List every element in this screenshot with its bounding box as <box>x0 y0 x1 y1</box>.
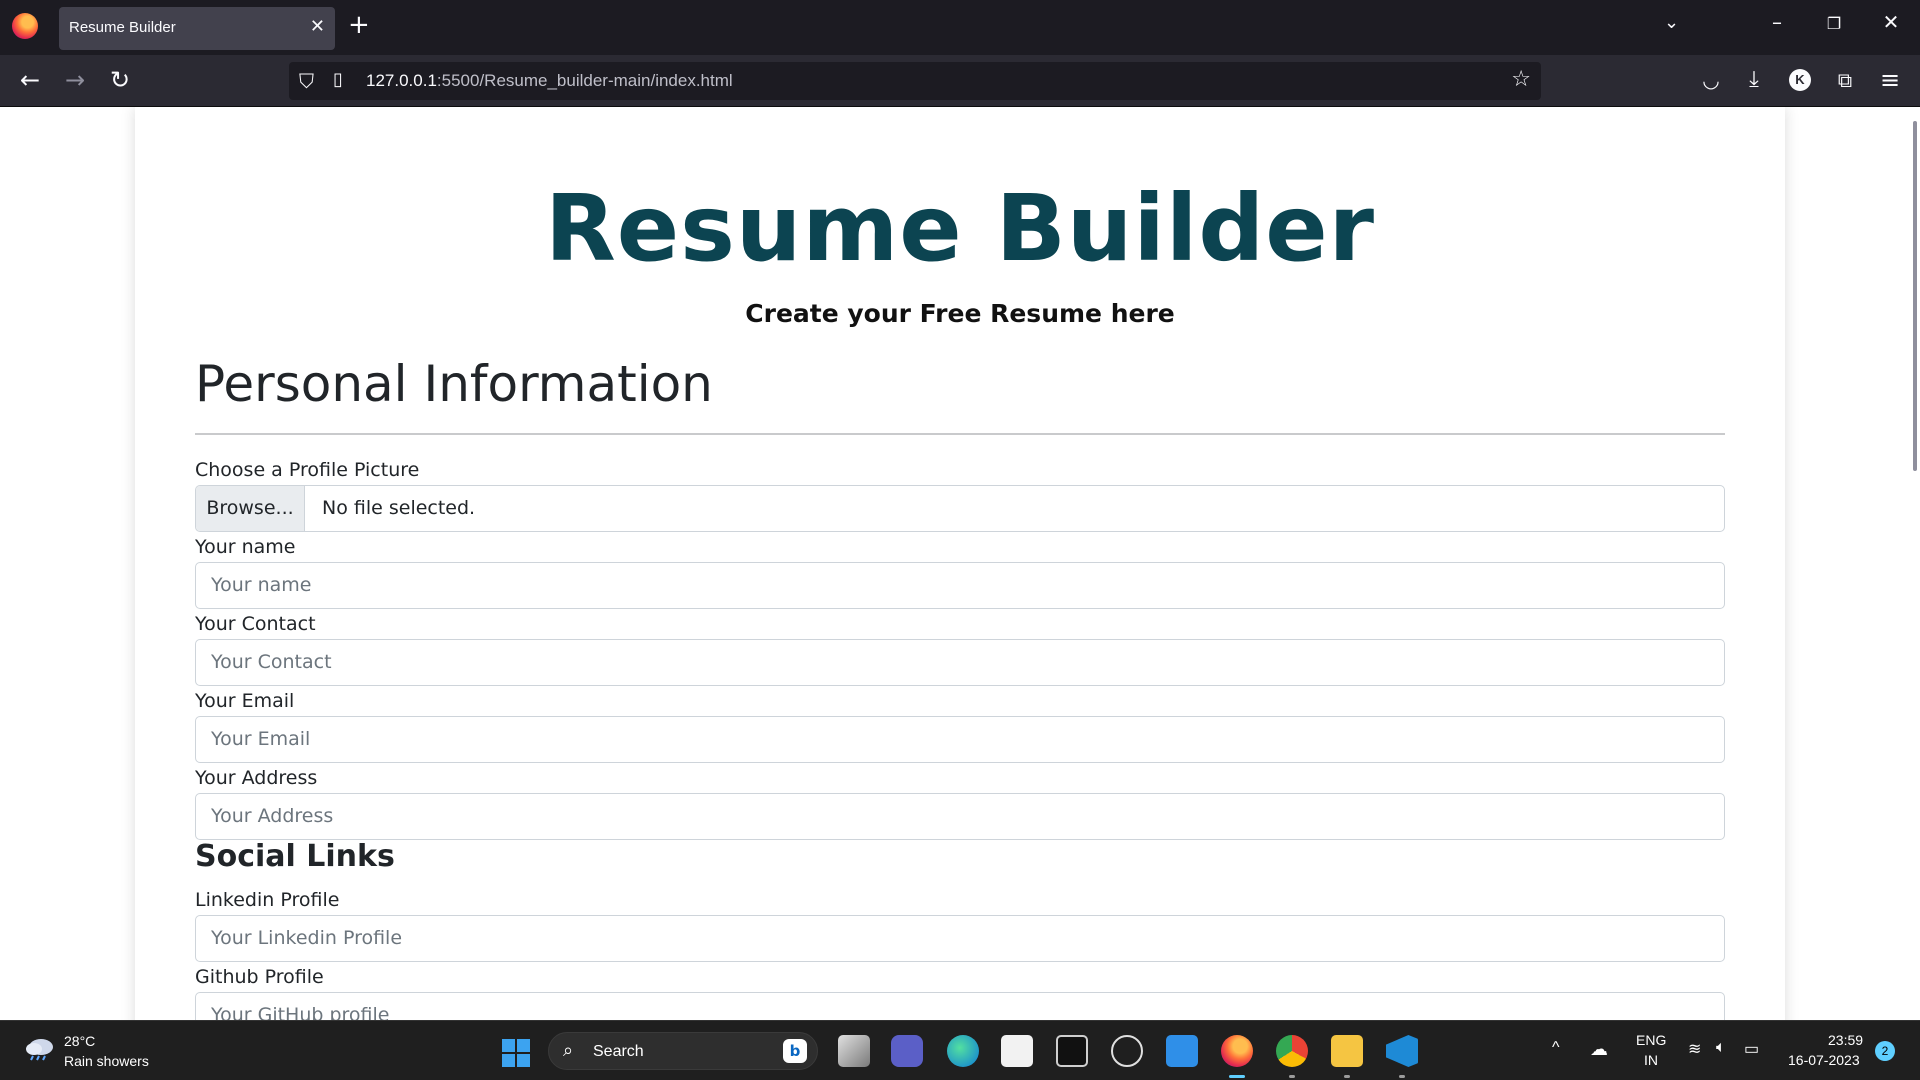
page-icon[interactable]: ▯ <box>333 69 343 90</box>
bing-icon[interactable]: b <box>783 1039 807 1063</box>
profile-picture-label: Choose a Profile Picture <box>195 459 420 481</box>
clock-time[interactable]: 23:59 <box>1828 1032 1863 1048</box>
language-bottom[interactable]: IN <box>1644 1052 1658 1068</box>
section-divider <box>195 433 1725 435</box>
browser-tab[interactable]: Resume Builder ✕ <box>59 7 335 50</box>
address-input[interactable]: Your Address <box>195 793 1725 840</box>
navigation-toolbar: ← → ↻ ⛉ ▯ 127.0.0.1:5500/Resume_builder-… <box>0 55 1920 107</box>
extensions-icon[interactable]: ⧉ <box>1828 67 1862 93</box>
email-label: Your Email <box>195 690 295 712</box>
firefox-taskbar-icon[interactable] <box>1221 1035 1253 1067</box>
browser-tab-bar: Resume Builder ✕ + ⌄ – ❐ ✕ <box>0 0 1920 55</box>
language-top[interactable]: ENG <box>1636 1032 1666 1048</box>
url-host: 127.0.0.1 <box>366 71 437 90</box>
taskbar-search[interactable]: ⌕ Search b <box>548 1032 818 1070</box>
task-view-icon[interactable] <box>838 1035 870 1067</box>
github-label: Github Profile <box>195 966 324 988</box>
bookmark-star-icon[interactable]: ☆ <box>1511 67 1531 92</box>
file-explorer-icon[interactable] <box>1331 1035 1363 1067</box>
url-text[interactable]: 127.0.0.1:5500/Resume_builder-main/index… <box>366 71 733 91</box>
search-label: Search <box>593 1043 644 1060</box>
weather-temperature[interactable]: 28°C <box>64 1033 95 1049</box>
edge-icon[interactable] <box>947 1035 979 1067</box>
restore-icon[interactable]: ❐ <box>1811 14 1857 33</box>
back-icon[interactable]: ← <box>13 67 47 93</box>
page-subtitle: Create your Free Resume here <box>745 299 1175 328</box>
vscode-running-indicator <box>1399 1075 1405 1078</box>
downloads-icon[interactable]: ⤓ <box>1737 67 1771 93</box>
close-tab-icon[interactable]: ✕ <box>310 16 325 37</box>
taskbar: 28°C Rain showers ⌕ Search b ^ ☁ ENG IN … <box>0 1020 1920 1080</box>
chrome-icon[interactable] <box>1276 1035 1308 1067</box>
browse-button[interactable]: Browse... <box>196 486 305 531</box>
list-all-tabs-icon[interactable]: ⌄ <box>1664 12 1679 33</box>
clock-date[interactable]: 16-07-2023 <box>1788 1052 1860 1068</box>
pocket-icon[interactable]: ◡ <box>1694 67 1728 93</box>
forward-icon[interactable]: → <box>58 67 92 93</box>
explorer-running-indicator <box>1344 1075 1350 1078</box>
address-bar[interactable]: ⛉ ▯ 127.0.0.1:5500/Resume_builder-main/i… <box>289 62 1541 100</box>
terminal-icon[interactable] <box>1056 1035 1088 1067</box>
notification-badge[interactable]: 2 <box>1875 1041 1895 1061</box>
shield-icon[interactable]: ⛉ <box>299 69 314 93</box>
name-input[interactable]: Your name <box>195 562 1725 609</box>
onedrive-icon[interactable]: ☁ <box>1590 1039 1608 1060</box>
page-viewport: Resume Builder Create your Free Resume h… <box>0 107 1920 1020</box>
form-container: Resume Builder Create your Free Resume h… <box>135 107 1785 1020</box>
tab-title: Resume Builder <box>69 19 176 36</box>
firefox-active-indicator <box>1229 1075 1245 1078</box>
vscode-icon[interactable] <box>1386 1035 1418 1067</box>
linkedin-input[interactable]: Your Linkedin Profile <box>195 915 1725 962</box>
github-input[interactable]: Your GitHub profile <box>195 992 1725 1020</box>
dell-icon[interactable] <box>1111 1035 1143 1067</box>
minimize-icon[interactable]: – <box>1754 10 1800 34</box>
show-hidden-icons-icon[interactable]: ^ <box>1552 1039 1560 1057</box>
section-social-links: Social Links <box>195 839 395 874</box>
windows-start-icon[interactable] <box>502 1039 530 1067</box>
file-status: No file selected. <box>322 497 476 519</box>
rain-cloud-icon[interactable] <box>24 1037 56 1061</box>
battery-icon[interactable]: ▭ <box>1744 1039 1759 1059</box>
chrome-running-indicator <box>1289 1075 1295 1078</box>
teams-chat-icon[interactable] <box>891 1035 923 1067</box>
account-avatar[interactable]: K <box>1789 69 1811 91</box>
weather-description[interactable]: Rain showers <box>64 1053 149 1069</box>
contact-label: Your Contact <box>195 613 316 635</box>
linkedin-label: Linkedin Profile <box>195 889 340 911</box>
close-window-icon[interactable]: ✕ <box>1868 10 1914 34</box>
menu-icon[interactable]: ≡ <box>1873 67 1907 93</box>
volume-icon[interactable]: 🔈︎ <box>1716 1039 1726 1057</box>
url-path: :5500/Resume_builder-main/index.html <box>436 71 733 90</box>
reload-icon[interactable]: ↻ <box>103 67 137 93</box>
address-label: Your Address <box>195 767 318 789</box>
name-label: Your name <box>195 536 296 558</box>
search-icon: ⌕ <box>563 1040 574 1061</box>
wifi-icon[interactable]: ≋ <box>1688 1039 1701 1059</box>
scrollbar[interactable] <box>1913 121 1917 471</box>
profile-picture-input[interactable]: Browse... No file selected. <box>195 485 1725 532</box>
new-tab-icon[interactable]: + <box>348 10 370 40</box>
contact-input[interactable]: Your Contact <box>195 639 1725 686</box>
section-personal-information: Personal Information <box>195 355 713 413</box>
page-title: Resume Builder <box>544 175 1376 282</box>
microsoft-store-icon[interactable] <box>1001 1035 1033 1067</box>
firefox-logo-icon[interactable] <box>12 13 38 39</box>
notepad-icon[interactable] <box>1166 1035 1198 1067</box>
email-input[interactable]: Your Email <box>195 716 1725 763</box>
